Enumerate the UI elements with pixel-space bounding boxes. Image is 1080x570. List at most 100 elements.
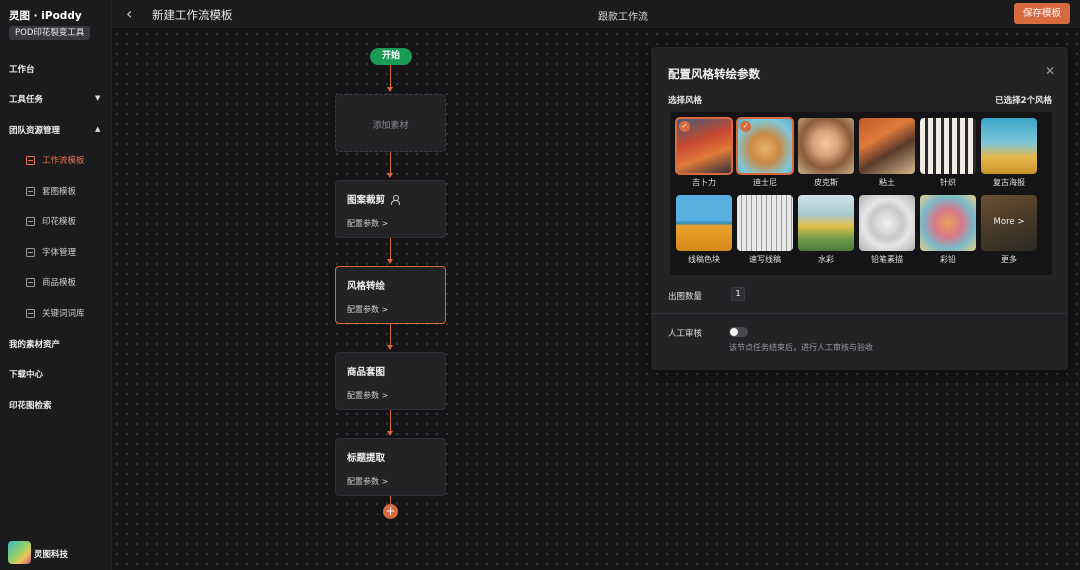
- style-tile-disney[interactable]: ✓: [736, 117, 794, 175]
- nav-label: 印花图检索: [9, 401, 52, 411]
- nav-item-workbench[interactable]: 工作台: [9, 63, 35, 75]
- configure-params-link[interactable]: 配置参数 >: [347, 304, 388, 315]
- workflow-name: 跟款工作流: [598, 12, 648, 23]
- sidebar-item-product-templates[interactable]: 商品模板: [26, 276, 76, 288]
- connector-line: [390, 238, 391, 259]
- team-avatar[interactable]: [8, 541, 31, 564]
- nav-item-downloads[interactable]: 下载中心: [9, 368, 43, 380]
- connector-arrow: [387, 431, 393, 436]
- sidebar-item-keywords[interactable]: 关键词词库: [26, 307, 85, 319]
- brand-logo: 灵图 · iPoddy: [9, 10, 82, 22]
- style-tile-line-color-block[interactable]: [676, 195, 732, 251]
- node-title: 标题提取: [347, 453, 386, 464]
- style-label: 线稿色块: [688, 255, 720, 264]
- style-label: 粘土: [879, 178, 895, 187]
- style-config-panel: 配置风格转绘参数 ✕ 选择风格 已选择2个风格 ✓ 吉卜力 ✓ 迪士尼 皮克斯 …: [651, 47, 1068, 370]
- node-title: 风格转绘: [347, 281, 386, 292]
- chevron-left-icon[interactable]: ‹: [126, 4, 132, 23]
- node-title: 商品套图: [347, 367, 386, 378]
- team-name: 灵图科技: [34, 550, 69, 560]
- divider: [651, 313, 1068, 314]
- node-style-transfer[interactable]: 风格转绘 配置参数 >: [335, 266, 446, 324]
- nav-item-print-search[interactable]: 印花图检索: [9, 399, 52, 411]
- sidebar-item-fonts[interactable]: 字体管理: [26, 246, 76, 258]
- nav-label: 工作台: [9, 65, 35, 75]
- style-tile-watercolor[interactable]: [798, 195, 854, 251]
- keyword-icon: [26, 308, 35, 318]
- configure-params-link[interactable]: 配置参数 >: [347, 476, 388, 487]
- add-material-label: 添加素材: [372, 121, 409, 131]
- chevron-up-icon[interactable]: ▲: [95, 125, 100, 133]
- node-title-extract[interactable]: 标题提取 配置参数 >: [335, 438, 446, 496]
- add-node-button[interactable]: +: [383, 504, 398, 519]
- brand-badge: POD印花裂变工具: [9, 26, 91, 40]
- connector-arrow: [387, 173, 393, 178]
- style-label: 更多: [1001, 255, 1017, 264]
- node-title-text: 图案裁剪: [347, 195, 386, 206]
- output-count-label: 出图数量: [668, 292, 703, 302]
- style-label: 皮克斯: [814, 178, 838, 187]
- check-icon: ✓: [679, 121, 690, 132]
- connector-arrow: [387, 259, 393, 264]
- nav-item-my-assets[interactable]: 我的素材资产: [9, 338, 60, 350]
- style-label: 铅笔素描: [871, 255, 903, 264]
- node-pattern-crop[interactable]: 图案裁剪 配置参数 >: [335, 180, 446, 238]
- style-label: 针织: [940, 178, 956, 187]
- nav-item-team-resources[interactable]: 团队资源管理: [9, 124, 60, 136]
- sub-label: 商品模板: [42, 278, 77, 288]
- connector-line: [390, 496, 391, 504]
- sidebar: 灵图 · iPoddy POD印花裂变工具 工作台 工具任务 ▼ 团队资源管理 …: [0, 0, 112, 570]
- style-label: 速写线稿: [749, 255, 781, 264]
- print-template-icon: [26, 216, 35, 226]
- close-icon[interactable]: ✕: [1045, 64, 1055, 78]
- style-tile-more[interactable]: More >: [981, 195, 1037, 251]
- style-section-label: 选择风格: [668, 96, 703, 106]
- manual-review-description: 该节点任务结束后，进行人工审核与验收: [729, 343, 873, 352]
- style-tile-color-pencil[interactable]: [920, 195, 976, 251]
- sub-label: 套图模板: [42, 187, 77, 197]
- add-material-node[interactable]: 添加素材: [335, 94, 446, 152]
- sub-label: 印花模板: [42, 217, 77, 227]
- connector-line: [390, 410, 391, 431]
- nav-item-tool-tasks[interactable]: 工具任务: [9, 93, 43, 105]
- product-icon: [26, 277, 35, 287]
- connector-arrow: [387, 87, 393, 92]
- style-label: 复古海报: [993, 178, 1025, 187]
- node-product-set[interactable]: 商品套图 配置参数 >: [335, 352, 446, 410]
- nav-label: 团队资源管理: [9, 126, 61, 136]
- configure-params-link[interactable]: 配置参数 >: [347, 390, 388, 401]
- chevron-down-icon[interactable]: ▼: [95, 94, 100, 102]
- style-tile-ghibli[interactable]: ✓: [675, 117, 733, 175]
- connector-line: [390, 324, 391, 345]
- nav-label: 我的素材资产: [9, 340, 61, 350]
- style-label: 迪士尼: [753, 178, 777, 187]
- start-node[interactable]: 开始: [370, 48, 412, 65]
- more-link: More >: [993, 217, 1025, 227]
- workflow-icon: [26, 155, 35, 165]
- manual-review-label: 人工审核: [668, 329, 703, 339]
- connector-line: [390, 65, 391, 87]
- sub-label: 工作流模板: [42, 156, 85, 166]
- style-tile-knit[interactable]: [920, 118, 976, 174]
- style-tile-pencil-sketch[interactable]: [859, 195, 915, 251]
- sidebar-item-workflow-templates[interactable]: 工作流模板: [26, 154, 85, 166]
- output-count-input[interactable]: 1: [731, 287, 745, 301]
- style-label: 水彩: [818, 255, 834, 264]
- sidebar-item-print-templates[interactable]: 印花模板: [26, 215, 76, 227]
- save-template-button[interactable]: 保存模板: [1014, 3, 1070, 24]
- node-title: 图案裁剪: [347, 192, 401, 206]
- sub-label: 字体管理: [42, 248, 77, 258]
- manual-review-toggle[interactable]: [729, 327, 748, 337]
- set-template-icon: [26, 186, 35, 196]
- sidebar-item-set-templates[interactable]: 套图模板: [26, 185, 76, 197]
- style-tile-sketch-line[interactable]: [737, 195, 793, 251]
- person-icon: [391, 194, 401, 205]
- configure-params-link[interactable]: 配置参数 >: [347, 218, 388, 229]
- page-title: 新建工作流模板: [152, 8, 233, 22]
- style-label: 彩铅: [940, 255, 956, 264]
- style-tile-retro-poster[interactable]: [981, 118, 1037, 174]
- style-tile-clay[interactable]: [859, 118, 915, 174]
- style-tile-pixar[interactable]: [798, 118, 854, 174]
- nav-label: 下载中心: [9, 370, 44, 380]
- check-icon: ✓: [740, 121, 751, 132]
